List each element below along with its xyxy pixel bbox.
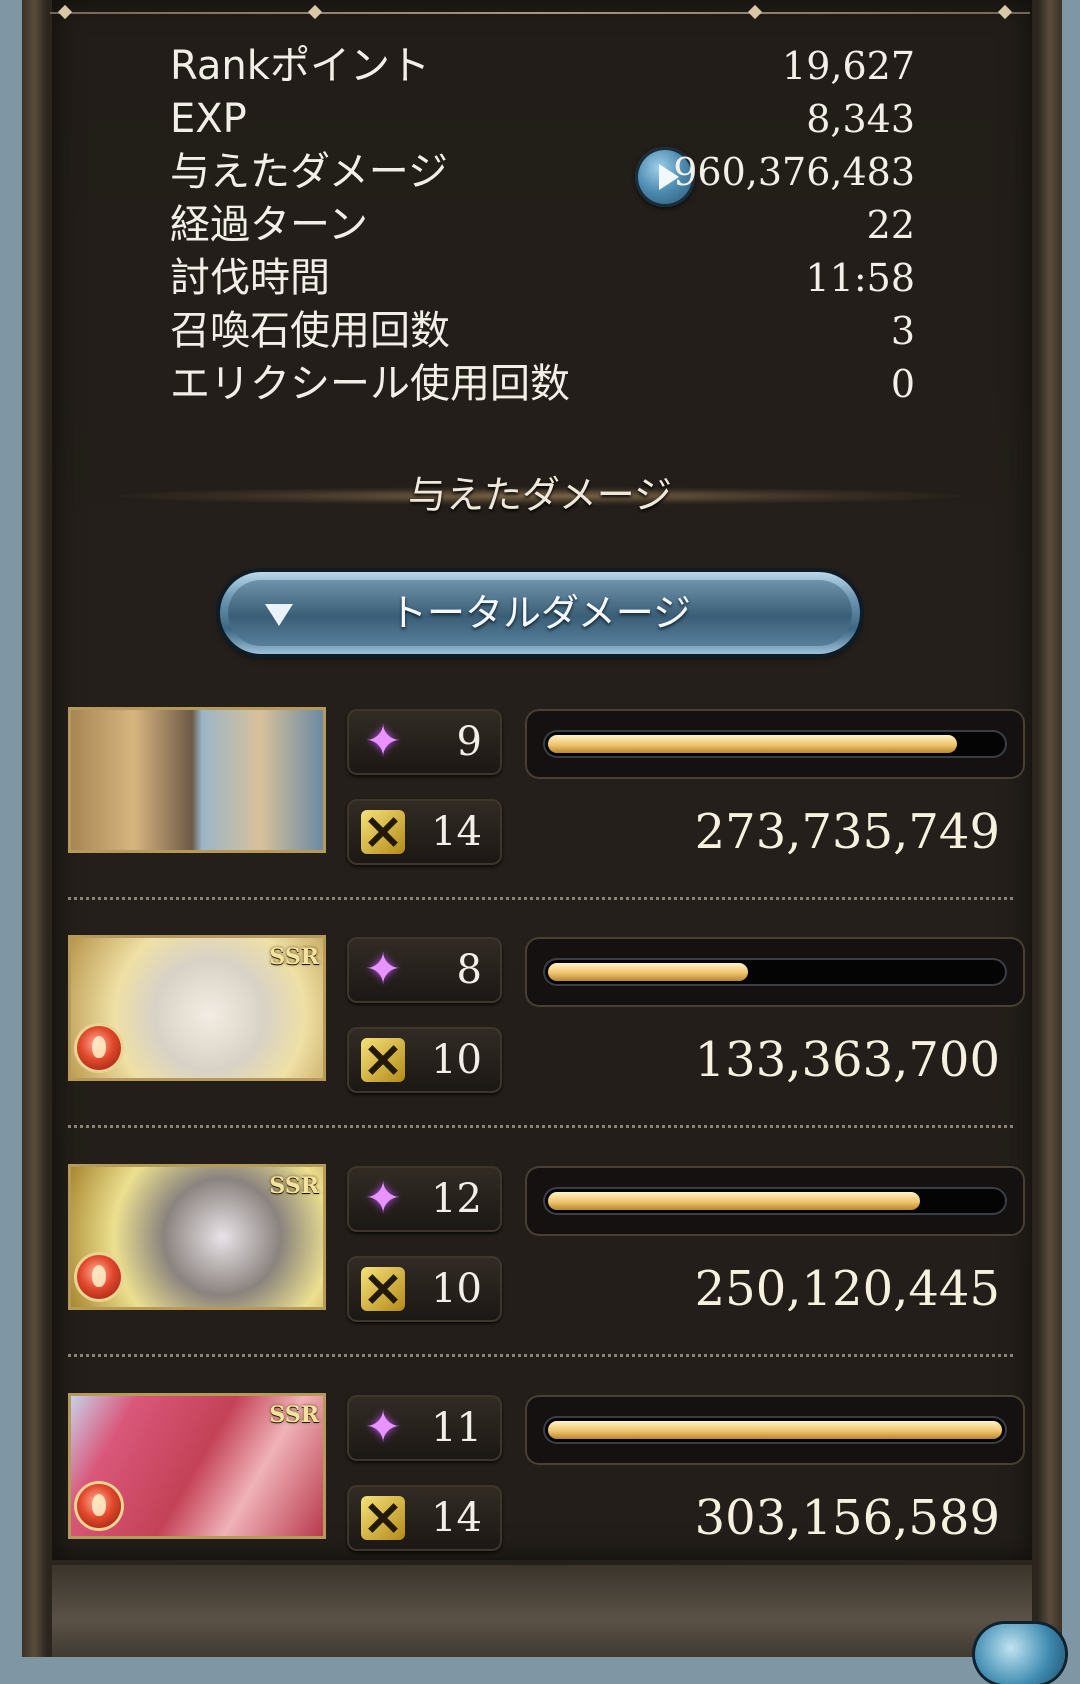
character-row: SSR ✦ 8 10 133,363,700 (0, 933, 1080, 1128)
damage-bar-fill (548, 1421, 1002, 1439)
stat-value: 22 (866, 203, 915, 247)
damage-bar-track (545, 1189, 1005, 1213)
damage-value: 133,363,700 (694, 1032, 1000, 1088)
crossed-swords-icon (361, 1496, 405, 1540)
stat-label: 経過ターン (170, 202, 368, 248)
damage-bar-track (545, 960, 1005, 984)
battle-stats: Rankポイント 19,627 EXP 8,343 与えたダメージ 960,37… (170, 40, 915, 411)
stat-turns: 経過ターン 22 (170, 199, 915, 252)
attack-count: 10 (431, 1037, 482, 1083)
section-header: 与えたダメージ (120, 465, 960, 525)
attack-count-badge: 14 (347, 799, 502, 865)
section-title: 与えたダメージ (407, 473, 673, 517)
skill-count-badge: ✦ 8 (347, 937, 502, 1003)
attack-count: 14 (431, 809, 482, 855)
damage-value: 303,156,589 (694, 1490, 1000, 1546)
skill-count: 12 (431, 1176, 482, 1222)
top-ornament (50, 4, 1030, 20)
attack-count: 10 (431, 1266, 482, 1312)
stat-value: 960,376,483 (673, 150, 915, 194)
character-portrait[interactable]: SSR (68, 935, 326, 1081)
fire-element-icon (77, 1255, 121, 1299)
damage-bar-track (545, 732, 1005, 756)
crossed-swords-icon (361, 1038, 405, 1082)
rarity-badge: SSR (269, 944, 319, 970)
damage-bar (525, 1166, 1025, 1236)
rarity-badge: SSR (269, 1402, 319, 1428)
stat-label: 召喚石使用回数 (170, 308, 450, 354)
fire-element-icon (77, 1026, 121, 1070)
divider (68, 1354, 1013, 1357)
damage-bar-track (545, 1418, 1005, 1442)
stat-rank-points: Rankポイント 19,627 (170, 40, 915, 93)
skill-count: 11 (431, 1405, 482, 1451)
dropdown-selected: トータルダメージ (388, 591, 692, 635)
stat-value: 0 (890, 362, 915, 406)
damage-value: 250,120,445 (694, 1261, 1000, 1317)
stat-value: 19,627 (782, 44, 915, 88)
stat-exp: EXP 8,343 (170, 93, 915, 146)
character-row: SSR ✦ 12 10 250,120,445 (0, 1162, 1080, 1357)
stat-time: 討伐時間 11:58 (170, 252, 915, 305)
character-portrait[interactable]: SSR (68, 1164, 326, 1310)
attack-count-badge: 14 (347, 1485, 502, 1551)
skill-count-badge: ✦ 11 (347, 1395, 502, 1461)
stat-label: Rankポイント (170, 43, 430, 89)
damage-value: 273,735,749 (694, 804, 1000, 860)
crossed-swords-icon (361, 810, 405, 854)
skill-count-badge: ✦ 12 (347, 1166, 502, 1232)
character-row: SSR ✦ 11 14 303,156,589 (0, 1391, 1080, 1551)
damage-bar-fill (548, 963, 748, 981)
attack-count-badge: 10 (347, 1256, 502, 1322)
stat-label: EXP (170, 96, 247, 142)
stat-value: 11:58 (805, 256, 915, 300)
star-icon: ✦ (364, 1402, 402, 1453)
divider (68, 1125, 1013, 1128)
stat-elixir-uses: エリクシール使用回数 0 (170, 358, 915, 411)
damage-bar-fill (548, 1192, 921, 1210)
fire-element-icon (77, 1484, 121, 1528)
stat-damage: 与えたダメージ 960,376,483 (170, 146, 915, 207)
corner-button[interactable] (975, 1624, 1065, 1684)
attack-count-badge: 10 (347, 1027, 502, 1093)
stat-value: 3 (890, 309, 915, 353)
rarity-badge: SSR (269, 1173, 319, 1199)
skill-count-badge: ✦ 9 (347, 709, 502, 775)
stat-label: 与えたダメージ (170, 149, 448, 195)
damage-type-dropdown[interactable]: トータルダメージ (220, 572, 860, 654)
star-icon: ✦ (364, 1173, 402, 1224)
skill-count: 8 (456, 947, 482, 993)
stat-summon-uses: 召喚石使用回数 3 (170, 305, 915, 358)
damage-bar-fill (548, 735, 957, 753)
damage-bar (525, 1395, 1025, 1465)
damage-bar (525, 937, 1025, 1007)
star-icon: ✦ (364, 716, 402, 767)
stat-label: エリクシール使用回数 (170, 361, 570, 407)
damage-bar (525, 709, 1025, 779)
skill-count: 9 (456, 719, 482, 765)
attack-count: 14 (431, 1495, 482, 1541)
stat-label: 討伐時間 (170, 255, 330, 301)
character-portrait[interactable] (68, 707, 326, 853)
character-portrait[interactable]: SSR (68, 1393, 326, 1539)
stat-value: 8,343 (806, 97, 915, 141)
crossed-swords-icon (361, 1267, 405, 1311)
character-row: ✦ 9 14 273,735,749 (0, 705, 1080, 900)
divider (68, 897, 1013, 900)
star-icon: ✦ (364, 944, 402, 995)
bottom-bar (52, 1565, 1032, 1657)
portrait-art (71, 710, 323, 850)
